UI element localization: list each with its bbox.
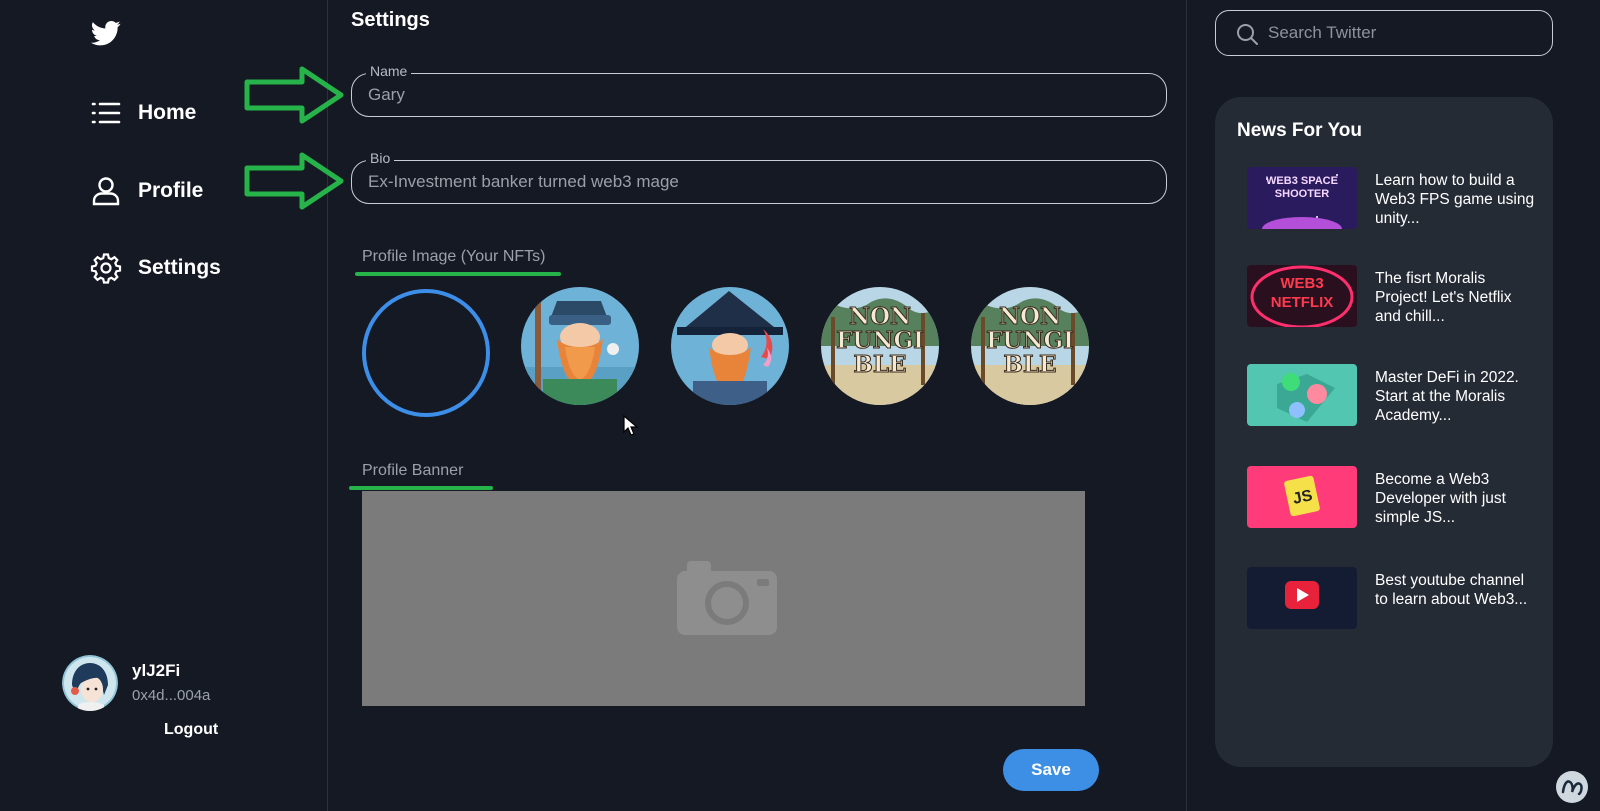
- user-card: ylJ2Fi 0x4d...004a Logout: [62, 655, 262, 755]
- nft-option-nonfungible[interactable]: NON FUNGI BLE: [821, 287, 939, 405]
- nav-profile[interactable]: Profile: [90, 175, 203, 207]
- nav-settings[interactable]: Settings: [90, 252, 221, 284]
- bio-input[interactable]: [368, 161, 1148, 202]
- username: ylJ2Fi: [132, 661, 181, 680]
- search-input[interactable]: [1268, 11, 1538, 54]
- user-icon: [90, 175, 122, 207]
- search-box[interactable]: [1215, 10, 1553, 56]
- news-thumbnail: [1247, 567, 1357, 629]
- nft-badge-text: NON FUNGI BLE: [986, 303, 1075, 378]
- news-item[interactable]: WEB3 NETFLIX The fisrt Moralis Project! …: [1247, 265, 1537, 331]
- twitter-logo-icon[interactable]: [89, 18, 123, 48]
- wallet-address: 0x4d...004a: [132, 687, 211, 704]
- nav-home-label: Home: [138, 101, 197, 124]
- nft-option-nonfungible[interactable]: NON FUNGI BLE: [971, 287, 1089, 405]
- nft-picker: NON FUNGI BLE NON FUNGI BLE: [362, 287, 1122, 417]
- news-thumbnail-text: WEB3 SPACE SHOOTER: [1266, 175, 1338, 200]
- nav-home[interactable]: Home: [90, 97, 196, 129]
- bio-field[interactable]: Bio: [351, 150, 1167, 204]
- save-button[interactable]: Save: [1003, 749, 1099, 791]
- nft-option-mage[interactable]: [521, 287, 639, 405]
- news-panel: News For You WEB3 SPACE SHOOTER Learn ho…: [1215, 97, 1553, 767]
- page-title: Settings: [351, 9, 430, 31]
- nft-option-wizard[interactable]: [671, 287, 789, 405]
- news-thumbnail: WEB3 NETFLIX: [1247, 265, 1357, 327]
- sidebar: Home Profile Settings ylJ2Fi 0x4d...004a…: [0, 0, 344, 811]
- annotation-underline: [355, 272, 561, 276]
- camera-icon: [677, 561, 777, 635]
- news-thumbnail: WEB3 SPACE SHOOTER: [1247, 167, 1357, 229]
- profile-image-label: Profile Image (Your NFTs): [362, 248, 546, 265]
- logout-button[interactable]: Logout: [164, 721, 218, 739]
- nft-option-selected[interactable]: [362, 289, 490, 417]
- app: Home Profile Settings ylJ2Fi 0x4d...004a…: [0, 0, 1600, 811]
- nft-badge-text: NON FUNGI BLE: [836, 303, 925, 378]
- news-item-text: Become a Web3 Developer with just simple…: [1375, 471, 1506, 526]
- name-input[interactable]: [368, 74, 1148, 115]
- moralis-logo-icon: [1556, 771, 1588, 803]
- right-column: News For You WEB3 SPACE SHOOTER Learn ho…: [1188, 0, 1600, 811]
- nav-settings-label: Settings: [138, 256, 221, 279]
- news-thumbnail-text: WEB3 NETFLIX: [1270, 275, 1334, 311]
- news-item-text: Best youtube channel to learn about Web3…: [1375, 572, 1528, 608]
- settings-panel: Settings Name Bio Profile Image (Your NF…: [329, 0, 1187, 811]
- name-field[interactable]: Name: [351, 63, 1167, 117]
- news-thumbnail: JS: [1247, 466, 1357, 528]
- news-item[interactable]: Best youtube channel to learn about Web3…: [1247, 567, 1537, 633]
- profile-banner-label: Profile Banner: [362, 462, 464, 479]
- profile-banner-upload[interactable]: [362, 491, 1085, 706]
- news-title: News For You: [1237, 120, 1362, 141]
- gear-icon: [90, 252, 122, 284]
- list-icon: [90, 97, 122, 129]
- nav-profile-label: Profile: [138, 179, 204, 202]
- news-item-text: The fisrt Moralis Project! Let's Netflix…: [1375, 270, 1512, 325]
- mouse-cursor-icon: [623, 415, 639, 436]
- news-item-text: Master DeFi in 2022. Start at the Morali…: [1375, 369, 1519, 424]
- search-icon: [1237, 24, 1258, 45]
- news-item[interactable]: Master DeFi in 2022. Start at the Morali…: [1247, 364, 1537, 430]
- news-thumbnail: [1247, 364, 1357, 426]
- news-item-text: Learn how to build a Web3 FPS game using…: [1375, 172, 1535, 227]
- news-item[interactable]: WEB3 SPACE SHOOTER Learn how to build a …: [1247, 167, 1537, 233]
- news-item[interactable]: JS Become a Web3 Developer with just sim…: [1247, 466, 1537, 532]
- avatar[interactable]: [62, 655, 118, 711]
- annotation-underline: [349, 486, 493, 490]
